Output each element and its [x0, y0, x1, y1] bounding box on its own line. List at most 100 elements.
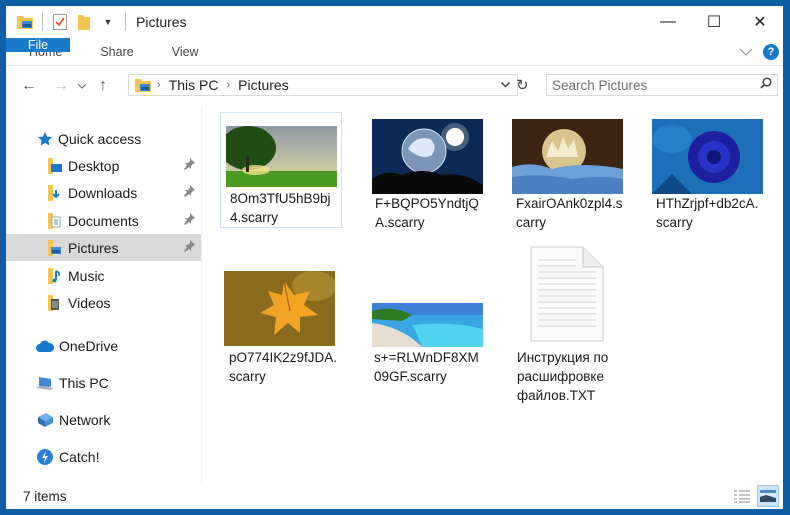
minimize-button[interactable]: —: [645, 6, 691, 38]
file-name: FxairOAnk0zpl4.s carry: [516, 194, 631, 232]
file-name-line: carry: [516, 215, 546, 230]
pin-icon[interactable]: [183, 213, 195, 228]
file-list: 8Om3TfU5hB9bj 4.scarry F+BQPO5YndtjQ A.s…: [206, 106, 783, 484]
details-view-icon: [734, 490, 750, 503]
file-name-line: pO774IK2z9fJDA.: [229, 350, 338, 365]
search-placeholder: Search Pictures: [552, 77, 648, 93]
toolbar-divider: [125, 13, 126, 31]
toolbar-divider: [42, 13, 43, 31]
text-document-icon: [530, 246, 604, 342]
file-item[interactable]: s+=RLWnDF8XM 09GF.scarry: [366, 266, 486, 386]
tab-file[interactable]: File: [6, 38, 70, 52]
file-item[interactable]: F+BQPO5YndtjQ A.scarry: [366, 112, 486, 230]
file-name-line: Инструкция по: [517, 350, 609, 365]
sidebar-label: Desktop: [68, 157, 120, 174]
file-name: F+BQPO5YndtjQ A.scarry: [375, 194, 490, 232]
file-name-line: F+BQPO5YndtjQ: [375, 196, 479, 211]
title-bar: ▼ Pictures — ☐ ✕: [6, 6, 783, 38]
breadcrumb-pictures[interactable]: Pictures: [238, 77, 289, 93]
details-view-button[interactable]: [731, 485, 753, 507]
file-name-line: HThZrjpf+db2cA.: [656, 196, 759, 211]
sidebar-item-pictures[interactable]: Pictures: [6, 234, 201, 261]
view-switcher: [731, 485, 779, 507]
pin-icon[interactable]: [183, 158, 195, 173]
properties-icon[interactable]: [51, 13, 69, 31]
file-name: 8Om3TfU5hB9bj 4.scarry: [230, 189, 342, 227]
sidebar-label: Videos: [68, 294, 111, 311]
maximize-button[interactable]: ☐: [691, 6, 737, 38]
image-thumbnail: [512, 119, 623, 194]
chevron-down-icon: [78, 83, 86, 89]
sidebar-item-quick-access[interactable]: Quick access: [6, 125, 201, 152]
sidebar-item-music[interactable]: Music: [6, 262, 201, 289]
file-name-line: файлов.TXT: [517, 388, 596, 403]
file-name-line: s+=RLWnDF8XM: [374, 350, 479, 365]
expand-ribbon-chevron-icon[interactable]: [739, 43, 753, 61]
image-thumbnail: [372, 303, 483, 347]
breadcrumb-this-pc[interactable]: This PC: [169, 77, 219, 93]
file-name-line: scarry: [656, 215, 693, 230]
file-name-line: 8Om3TfU5hB9bj: [230, 191, 331, 206]
forward-button[interactable]: →: [48, 73, 74, 99]
sidebar-item-downloads[interactable]: Downloads: [6, 179, 201, 206]
file-item[interactable]: HThZrjpf+db2cA. scarry: [646, 112, 766, 230]
large-icons-view-button[interactable]: [757, 485, 779, 507]
pin-icon[interactable]: [183, 185, 195, 200]
file-name: HThZrjpf+db2cA. scarry: [656, 194, 771, 232]
sidebar-label: This PC: [59, 374, 109, 391]
chevron-down-icon: [501, 82, 510, 88]
pictures-folder-icon[interactable]: [16, 13, 34, 31]
sidebar-item-this-pc[interactable]: This PC: [6, 369, 201, 396]
search-icon[interactable]: [760, 77, 772, 92]
pin-icon[interactable]: [183, 240, 195, 255]
file-item[interactable]: FxairOAnk0zpl4.s carry: [506, 112, 626, 230]
back-button[interactable]: ←: [16, 73, 42, 99]
quick-access-toolbar: ▼ Pictures: [6, 6, 187, 38]
downloads-folder-icon: [46, 184, 64, 202]
customize-toolbar-chevron-icon[interactable]: ▼: [99, 13, 117, 31]
new-folder-icon[interactable]: [75, 13, 93, 31]
sidebar-label: Pictures: [68, 239, 119, 256]
navigation-pane: Quick access Desktop Downloads Documents…: [6, 106, 202, 484]
file-name-line: scarry: [229, 369, 266, 384]
sidebar-item-documents[interactable]: Documents: [6, 207, 201, 234]
file-name-line: расшифровке: [517, 369, 604, 384]
sidebar-item-videos[interactable]: Videos: [6, 289, 201, 316]
sidebar-label: Catch!: [59, 448, 100, 465]
up-button[interactable]: ↑: [90, 73, 116, 99]
sidebar-label: Quick access: [58, 130, 142, 147]
tab-view[interactable]: View: [153, 38, 218, 65]
file-item[interactable]: Инструкция по расшифровке файлов.TXT: [506, 246, 626, 406]
image-thumbnail: [224, 271, 335, 346]
address-bar[interactable]: › This PC › Pictures: [128, 74, 518, 96]
documents-folder-icon: [46, 212, 64, 230]
catch-icon: [35, 448, 55, 466]
chevron-right-icon: ›: [157, 79, 161, 91]
chevron-right-icon[interactable]: ›: [226, 79, 230, 91]
file-item[interactable]: 8Om3TfU5hB9bj 4.scarry: [220, 112, 342, 228]
onedrive-icon: [35, 337, 55, 355]
sidebar-item-network[interactable]: Network: [6, 406, 201, 433]
close-button[interactable]: ✕: [737, 6, 783, 38]
image-thumbnail: [372, 119, 483, 194]
sidebar-item-onedrive[interactable]: OneDrive: [6, 332, 201, 359]
recent-locations-button[interactable]: [74, 73, 90, 99]
image-thumbnail: [652, 119, 763, 194]
file-name: Инструкция по расшифровке файлов.TXT: [517, 348, 632, 405]
window-title: Pictures: [136, 14, 187, 30]
sidebar-label: OneDrive: [59, 337, 119, 354]
music-folder-icon: [46, 267, 64, 285]
sidebar-item-catch[interactable]: Catch!: [6, 443, 201, 470]
ribbon-tabs: File Home Share View ?: [6, 38, 783, 66]
search-input[interactable]: Search Pictures: [546, 74, 778, 96]
address-history-dropdown[interactable]: [501, 82, 510, 88]
sidebar-item-desktop[interactable]: Desktop: [6, 152, 201, 179]
tab-share[interactable]: Share: [81, 38, 152, 65]
refresh-button[interactable]: ↻: [516, 76, 529, 94]
sidebar-label: Music: [68, 267, 105, 284]
this-pc-icon: [35, 374, 55, 392]
file-item[interactable]: pO774IK2z9fJDA. scarry: [224, 266, 344, 386]
status-bar: 7 items: [6, 484, 783, 509]
network-icon: [35, 411, 55, 429]
help-button[interactable]: ?: [763, 44, 779, 60]
